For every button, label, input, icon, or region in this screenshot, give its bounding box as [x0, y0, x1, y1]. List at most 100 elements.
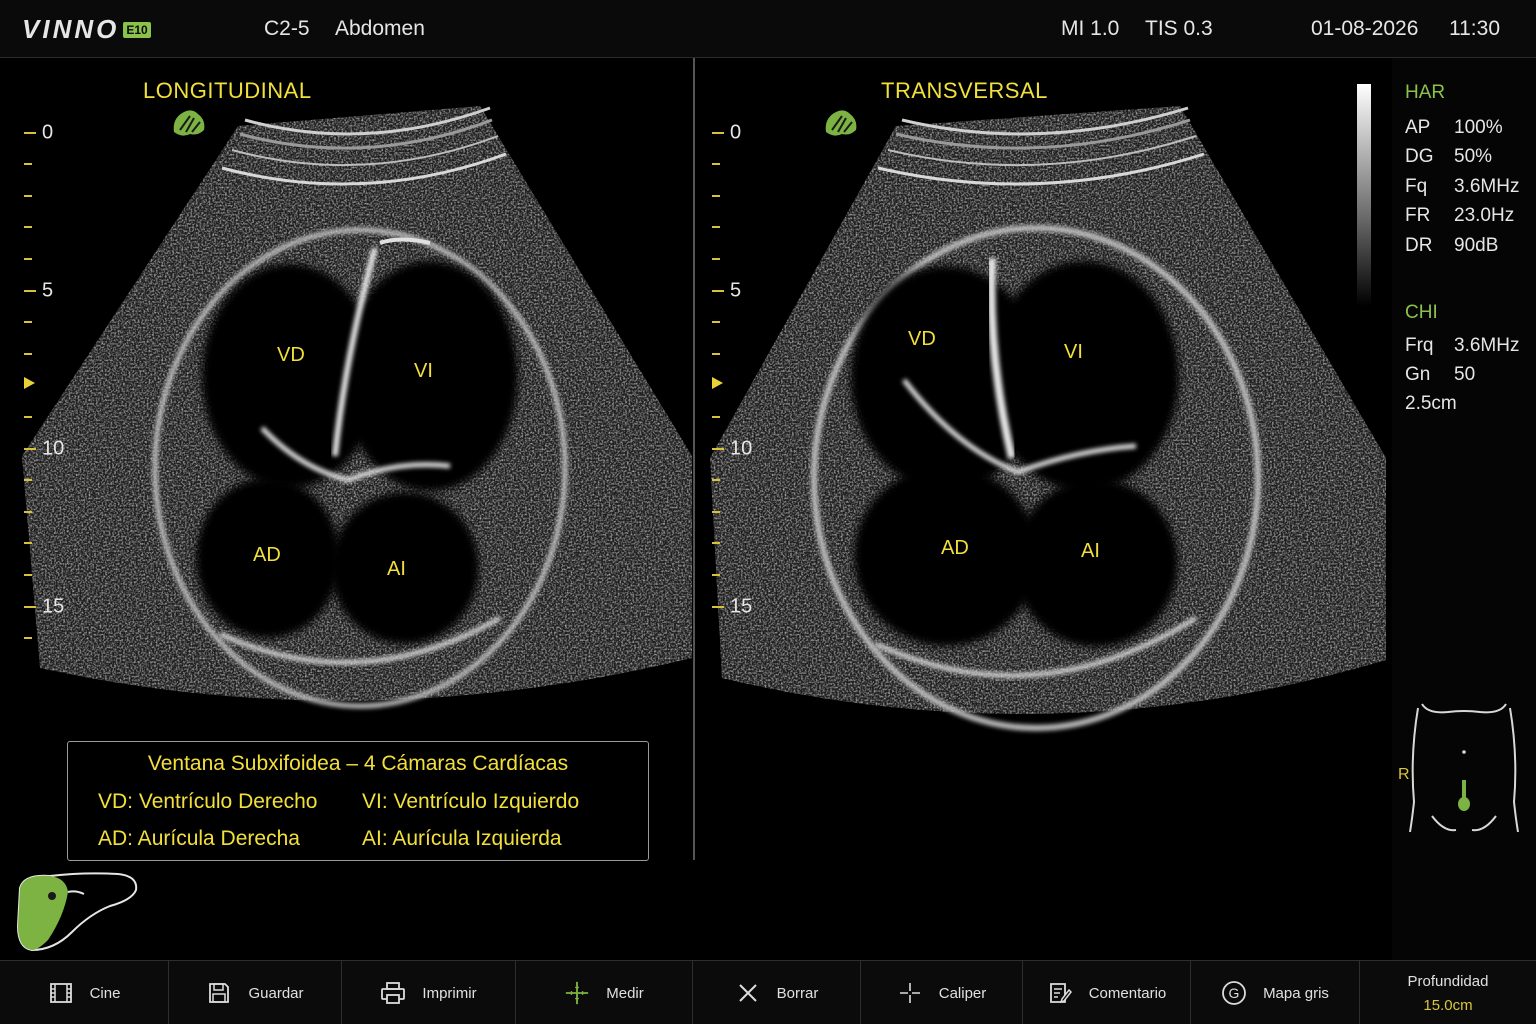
caption-title: Ventana Subxifoidea – 4 Cámaras Cardíaca…: [147, 752, 569, 775]
cine-label: Cine: [89, 984, 121, 1002]
depth-tick: [712, 448, 724, 450]
depth-tick: [24, 606, 36, 608]
depth-tick: [24, 290, 36, 292]
depth-tick: [712, 163, 720, 165]
depth-tick: [712, 606, 724, 608]
comment-icon: [1047, 980, 1073, 1006]
depth-label-10: 10: [42, 437, 65, 460]
depth-label-5: 5: [42, 279, 54, 302]
tis-index: TIS 0.3: [1145, 17, 1213, 40]
chamber-label-ai: AI: [1081, 540, 1100, 562]
g-circle-icon: G: [1221, 980, 1247, 1006]
depth-tick: [24, 479, 32, 481]
depth-tick: [712, 290, 724, 292]
brand-name: VINNO: [22, 14, 120, 44]
depth-tick: [24, 511, 32, 513]
har-title: HAR: [1405, 82, 1446, 103]
delete-label: Borrar: [776, 984, 819, 1002]
depth-tick: [24, 574, 32, 576]
depth-label-15: 15: [42, 595, 65, 618]
view-title-transversal: TRANSVERSAL: [881, 78, 1048, 103]
depth-scale-left: 0 5 10 15: [0, 58, 80, 708]
ultrasound-image-transversal[interactable]: [696, 58, 1392, 960]
preset-label[interactable]: Abdomen: [335, 17, 425, 41]
header-bar: VINNO E10 C2-5 Abdomen MI 1.0 TIS 0.3 01…: [0, 0, 1536, 58]
param-frq[interactable]: Frq 3.6MHz: [1405, 335, 1519, 357]
depth-label-5: 5: [730, 279, 742, 302]
caption-box: Ventana Subxifoidea – 4 Cámaras Cardíaca…: [67, 741, 649, 861]
grayscale-bar: [1357, 84, 1371, 306]
depth-tick: [24, 542, 32, 544]
depth-tick: [712, 321, 720, 323]
printer-icon: [380, 980, 406, 1006]
plus-icon: [564, 980, 590, 1006]
depth-tick: [24, 637, 32, 639]
side-marker-r: R: [1398, 766, 1410, 783]
depth-tick: [24, 353, 32, 355]
caption-vi: VI: Ventrículo Izquierdo: [362, 790, 580, 813]
brand-model-badge: E10: [123, 21, 151, 38]
caliper-label: Caliper: [938, 984, 987, 1002]
left-image-panel[interactable]: LONGITUDINAL VD VI AD AI 0 5 10 15 Venta…: [0, 58, 692, 960]
param-dr[interactable]: DR 90dB: [1405, 235, 1498, 257]
param-fr[interactable]: FR 23.0Hz: [1405, 205, 1514, 227]
depth-tick: [712, 353, 720, 355]
param-dg[interactable]: DG 50%: [1405, 146, 1492, 168]
focus-marker[interactable]: [24, 377, 35, 389]
param-ap[interactable]: AP 100%: [1405, 117, 1503, 139]
depth-tick: [24, 195, 32, 197]
chamber-label-ad: AD: [941, 537, 969, 559]
save-label: Guardar: [248, 984, 304, 1002]
depth-label-10: 10: [730, 437, 753, 460]
chamber-label-vi: VI: [414, 360, 433, 382]
caliper-button[interactable]: Caliper: [861, 961, 1023, 1024]
depth-tick: [24, 258, 32, 260]
print-button[interactable]: Imprimir: [342, 961, 516, 1024]
probe-label[interactable]: C2-5: [264, 17, 310, 41]
depth-tick: [712, 195, 720, 197]
brand-logo: VINNO E10: [22, 14, 151, 45]
param-gn[interactable]: Gn 50: [1405, 364, 1475, 386]
param-fq[interactable]: Fq 3.6MHz: [1405, 176, 1519, 198]
parameter-panel: HAR AP 100% DG 50% Fq 3.6MHz FR 23.0Hz DR 90d…: [1392, 58, 1536, 960]
depth-tick: [712, 542, 720, 544]
chamber-label-ad: AD: [253, 544, 281, 566]
mi-index: MI 1.0: [1061, 17, 1120, 40]
depth-tick: [24, 163, 32, 165]
probe-orientation-icon: [825, 110, 857, 136]
chamber-label-vi: VI: [1064, 341, 1083, 363]
print-label: Imprimir: [422, 984, 477, 1002]
measure-button[interactable]: Medir: [516, 961, 693, 1024]
depth-tick: [712, 226, 720, 228]
measure-label: Medir: [606, 984, 644, 1002]
delete-button[interactable]: Borrar: [693, 961, 861, 1024]
depth-title: Profundidad: [1407, 973, 1489, 990]
bottom-toolbar: Cine Guardar Imprimir Medir Borrar Calip…: [0, 960, 1536, 1024]
caption-vd: VD: Ventrículo Derecho: [98, 790, 318, 813]
x-icon: [735, 980, 761, 1006]
depth-control[interactable]: Profundidad 15.0cm: [1360, 961, 1536, 1024]
depth-tick: [712, 258, 720, 260]
focus-marker[interactable]: [712, 377, 723, 389]
depth-value: 15.0cm: [1423, 997, 1473, 1014]
comment-label: Comentario: [1088, 984, 1167, 1002]
caption-ad: AD: Aurícula Derecha: [98, 827, 300, 850]
depth-tick: [24, 132, 36, 134]
svg-text:G: G: [1229, 985, 1240, 1001]
comment-button[interactable]: Comentario: [1023, 961, 1191, 1024]
film-icon: [48, 980, 74, 1006]
cine-button[interactable]: Cine: [0, 961, 169, 1024]
right-image-panel[interactable]: TRANSVERSAL VD VI AD AI 0 5 10 15: [696, 58, 1392, 960]
floppy-icon: [206, 980, 232, 1006]
graymap-label: Mapa gris: [1263, 984, 1329, 1002]
depth-tick: [712, 132, 724, 134]
chamber-label-ai: AI: [387, 558, 406, 580]
graymap-button[interactable]: G Mapa gris: [1191, 961, 1360, 1024]
depth-tick: [712, 574, 720, 576]
depth-scale-right: 0 5 10 15: [696, 58, 776, 708]
save-button[interactable]: Guardar: [169, 961, 342, 1024]
chamber-label-vd: VD: [908, 328, 936, 350]
depth-label-0: 0: [730, 121, 742, 144]
probe-orientation-icon: [173, 110, 205, 136]
body-marker-icon[interactable]: [1404, 696, 1524, 836]
